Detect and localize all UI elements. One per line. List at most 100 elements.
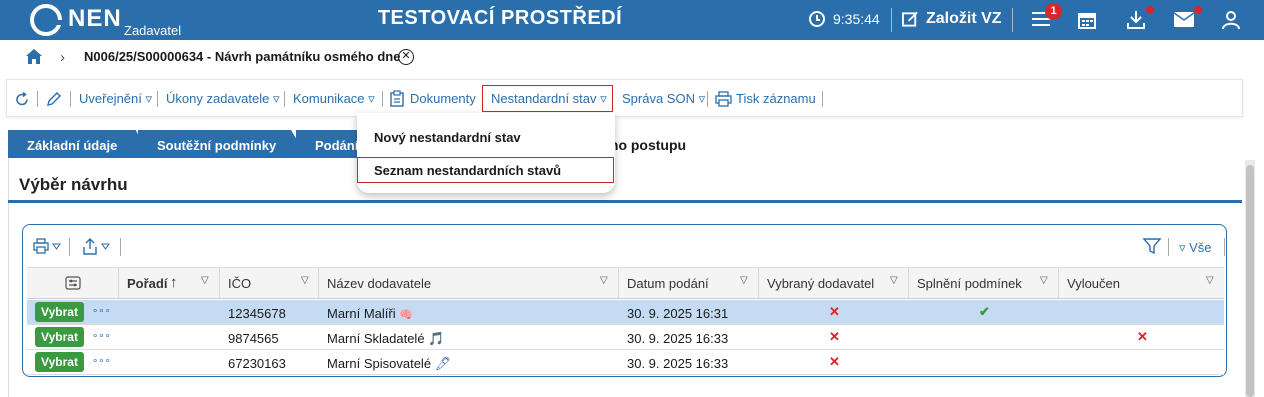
column-menu-icon[interactable]: ▽ bbox=[600, 275, 608, 286]
clipboard-icon bbox=[390, 90, 404, 107]
supplier-name: Marní Skladatelé bbox=[327, 331, 425, 346]
menu-ukony-zadavatele[interactable]: Úkony zadavatele ▿ bbox=[166, 91, 279, 107]
grid-toolbar-divider bbox=[69, 238, 70, 256]
check-icon: ✔ bbox=[979, 304, 990, 319]
tab-label: Podání bbox=[315, 138, 359, 153]
toolbar-divider bbox=[37, 91, 38, 107]
column-menu-icon[interactable]: ▽ bbox=[890, 275, 898, 286]
clock-time: 9:35:44 bbox=[833, 11, 880, 27]
more-actions-icon[interactable]: ∘∘∘ bbox=[92, 356, 111, 367]
cell-name: Marní Skladatelé 🎵 bbox=[327, 331, 444, 347]
column-divider bbox=[758, 268, 759, 298]
menu-dokumenty[interactable]: Dokumenty bbox=[410, 91, 476, 106]
tab-podani[interactable]: Podání bbox=[296, 130, 366, 158]
cell-ico: 9874565 bbox=[228, 331, 279, 346]
menu-uverejneni[interactable]: Uveřejnění ▿ bbox=[79, 91, 152, 107]
close-icon[interactable]: ✕ bbox=[398, 49, 414, 65]
print-icon[interactable] bbox=[33, 238, 61, 254]
cell-ico: 67230163 bbox=[228, 356, 286, 371]
cell-date: 30. 9. 2025 16:31 bbox=[627, 306, 729, 321]
download-alert-dot bbox=[1146, 6, 1154, 14]
brain-icon: 🧠 bbox=[399, 309, 413, 321]
supplier-name: Marní Malíři bbox=[327, 306, 396, 321]
column-header-vybrany[interactable]: Vybraný dodavatel bbox=[767, 276, 874, 291]
download-icon[interactable] bbox=[1127, 10, 1145, 30]
menu-item-seznam-nestandardnich-stavu[interactable]: Seznam nestandardních stavů bbox=[374, 163, 561, 178]
section-title: Výběr návrhu bbox=[19, 175, 128, 194]
column-header-nazev[interactable]: Název dodavatele bbox=[327, 276, 431, 291]
tab-zakladni-udaje[interactable]: Základní údaje bbox=[8, 130, 150, 158]
toolbar-divider bbox=[822, 91, 823, 107]
table-row[interactable] bbox=[27, 325, 1224, 350]
header-divider bbox=[1012, 8, 1013, 32]
cross-icon: ✕ bbox=[829, 304, 840, 319]
table-row[interactable] bbox=[27, 300, 1224, 325]
mail-icon[interactable] bbox=[1174, 12, 1194, 27]
menu-komunikace[interactable]: Komunikace ▿ bbox=[293, 91, 375, 107]
column-menu-icon[interactable]: ▽ bbox=[1206, 275, 1214, 286]
cell-date: 30. 9. 2025 16:33 bbox=[627, 331, 729, 346]
toolbar-divider bbox=[157, 91, 158, 107]
column-divider bbox=[618, 268, 619, 298]
supplier-name: Marní Spisovatelé bbox=[327, 356, 432, 371]
clock-icon bbox=[809, 11, 825, 27]
section-underline bbox=[8, 200, 1242, 203]
column-divider bbox=[908, 268, 909, 298]
table-row[interactable] bbox=[27, 350, 1224, 375]
tab-soutezni-podminky[interactable]: Soutěžní podmínky bbox=[138, 130, 308, 158]
grid-toolbar-divider bbox=[1168, 238, 1169, 256]
scrollbar-thumb[interactable] bbox=[1246, 165, 1254, 397]
filter-icon[interactable] bbox=[1143, 238, 1161, 255]
menu-item-novy-nestandardni-stav[interactable]: Nový nestandardní stav bbox=[374, 130, 521, 145]
edit-icon[interactable] bbox=[902, 10, 919, 28]
header-divider bbox=[891, 8, 892, 32]
grid-toolbar-divider bbox=[120, 238, 121, 256]
export-icon[interactable] bbox=[83, 238, 111, 255]
show-all-toggle[interactable]: ▿ Vše bbox=[1179, 240, 1212, 256]
more-actions-icon[interactable]: ∘∘∘ bbox=[92, 306, 111, 317]
pen-icon: 🖊 bbox=[434, 356, 452, 371]
select-button[interactable]: Vybrat bbox=[35, 352, 84, 372]
printer-icon bbox=[715, 91, 732, 107]
cross-icon: ✕ bbox=[829, 354, 840, 369]
menu-tisk-zaznamu[interactable]: Tisk záznamu bbox=[736, 91, 816, 106]
toolbar-divider bbox=[284, 91, 285, 107]
column-menu-icon[interactable]: ▽ bbox=[301, 275, 309, 286]
grid-toolbar-divider bbox=[1224, 238, 1225, 256]
music-note-icon: 🎵 bbox=[428, 331, 445, 346]
column-divider bbox=[318, 268, 319, 298]
cell-name: Marní Spisovatelé 🖊 bbox=[327, 356, 451, 372]
top-header: NEN Zadavatel TESTOVACÍ PROSTŘEDÍ 9:35:4… bbox=[0, 0, 1264, 40]
user-icon[interactable] bbox=[1222, 10, 1240, 30]
menu-sprava-son[interactable]: Správa SON ▿ bbox=[622, 91, 705, 107]
select-button[interactable]: Vybrat bbox=[35, 327, 84, 347]
column-header-poradi[interactable]: Pořadí bbox=[127, 276, 167, 291]
toolbar-divider bbox=[707, 91, 708, 107]
column-settings-icon[interactable] bbox=[65, 276, 81, 290]
more-actions-icon[interactable]: ∘∘∘ bbox=[92, 331, 111, 342]
column-menu-icon[interactable]: ▽ bbox=[201, 275, 209, 286]
calendar-icon[interactable] bbox=[1078, 11, 1096, 29]
cross-icon: ✕ bbox=[829, 329, 840, 344]
column-header-vyloucen[interactable]: Vyloučen bbox=[1067, 276, 1120, 291]
column-divider bbox=[219, 268, 220, 298]
menu-nestandardni-stav[interactable]: Nestandardní stav ▿ bbox=[491, 91, 607, 107]
cell-ico: 12345678 bbox=[228, 306, 286, 321]
column-header-splneni[interactable]: Splnění podmínek bbox=[917, 276, 1022, 291]
toolbar-divider bbox=[382, 91, 383, 107]
pencil-icon[interactable] bbox=[46, 91, 62, 107]
sort-ascending-icon[interactable]: ↑ bbox=[170, 274, 178, 291]
tab-label: Soutěžní podmínky bbox=[157, 138, 277, 153]
home-icon[interactable] bbox=[25, 48, 43, 65]
column-divider bbox=[118, 268, 119, 298]
column-menu-icon[interactable]: ▽ bbox=[740, 275, 748, 286]
column-menu-icon[interactable]: ▽ bbox=[1040, 275, 1048, 286]
column-divider bbox=[1058, 268, 1059, 298]
refresh-icon[interactable] bbox=[15, 92, 30, 107]
select-button[interactable]: Vybrat bbox=[35, 302, 84, 322]
column-header-ico[interactable]: IČO bbox=[228, 276, 251, 291]
tab-active-label: ího postupu bbox=[606, 137, 687, 153]
column-header-datum[interactable]: Datum podání bbox=[627, 276, 709, 291]
cross-icon: ✕ bbox=[1137, 329, 1148, 344]
create-contract-button[interactable]: Založit VZ bbox=[926, 10, 1002, 28]
